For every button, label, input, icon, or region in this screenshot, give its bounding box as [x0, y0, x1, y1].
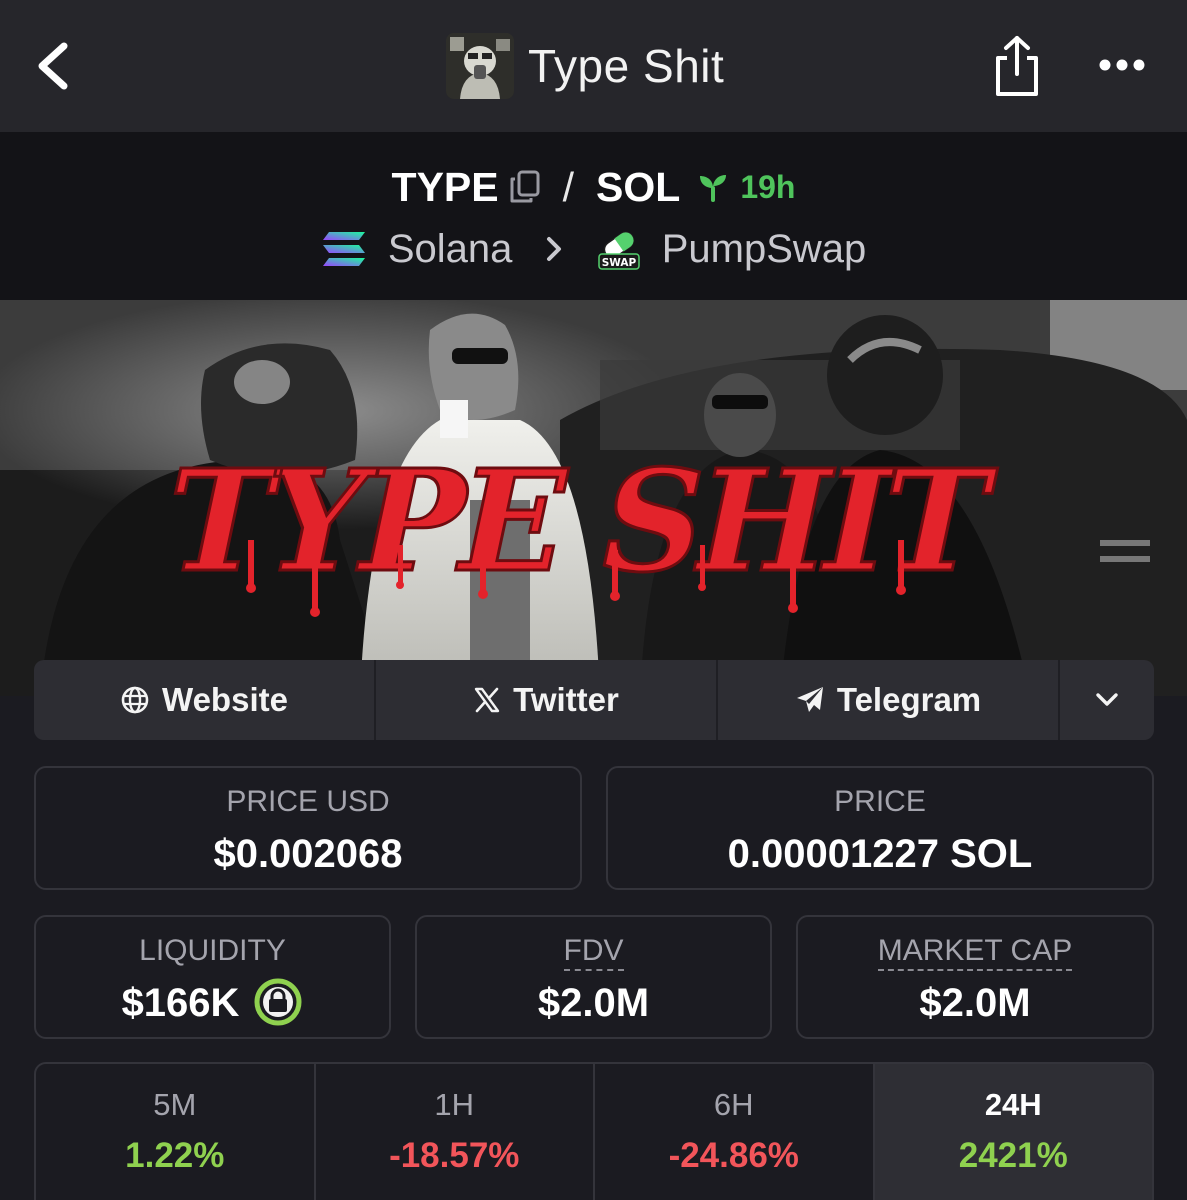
pair-age: 19h — [740, 169, 796, 206]
dex-name[interactable]: PumpSwap — [662, 222, 867, 276]
back-chevron-icon — [38, 42, 68, 90]
share-button[interactable] — [990, 34, 1044, 98]
change-tab-label: 5M — [153, 1087, 197, 1122]
market-cap-label[interactable]: MARKET CAP — [877, 934, 1073, 971]
change-tab-value: -24.86% — [668, 1136, 799, 1175]
graffiti-text: TYPE SHIT — [150, 439, 1003, 603]
change-tab-label: 6H — [713, 1087, 754, 1122]
pumpswap-logo-icon[interactable]: SWAP — [597, 227, 641, 271]
price-usd-card: PRICE USD $0.002068 — [34, 766, 582, 890]
chain-breadcrumb: Solana SWAP PumpSwap — [0, 220, 1187, 274]
quote-token-symbol: SOL — [596, 164, 681, 211]
change-tab-value: -18.57% — [389, 1136, 520, 1175]
change-tab-label: 24H — [984, 1087, 1042, 1122]
sprout-icon — [700, 175, 727, 203]
pair-separator: / — [562, 164, 575, 211]
price-native-value: 0.00001227 SOL — [727, 832, 1033, 876]
back-button[interactable] — [30, 38, 80, 94]
market-cap-card: MARKET CAP $2.0M — [796, 915, 1154, 1039]
price-native-label: PRICE — [834, 785, 926, 818]
change-tab-value: 1.22% — [125, 1136, 225, 1175]
telegram-link-label: Telegram — [836, 681, 982, 718]
copy-icon[interactable] — [509, 170, 541, 204]
pumpswap-badge-label: SWAP — [601, 257, 636, 269]
lock-icon[interactable] — [253, 977, 303, 1027]
price-usd-value: $0.002068 — [213, 832, 403, 876]
more-options-button[interactable] — [1096, 50, 1150, 80]
price-native-card: PRICE 0.00001227 SOL — [606, 766, 1154, 890]
globe-icon — [121, 686, 149, 714]
chevron-right-icon — [546, 237, 561, 262]
token-avatar — [446, 33, 514, 99]
change-tab-24h[interactable]: 24H 2421% — [874, 1064, 1152, 1200]
fdv-card: FDV $2.0M — [415, 915, 772, 1039]
more-dots-icon — [1099, 59, 1145, 71]
change-tab-value: 2421% — [958, 1136, 1068, 1175]
price-usd-label: PRICE USD — [226, 785, 390, 818]
twitter-link-label: Twitter — [513, 681, 619, 718]
solana-logo-icon[interactable] — [321, 230, 367, 268]
liquidity-value: $166K — [121, 981, 240, 1025]
fdv-value: $2.0M — [537, 981, 650, 1025]
top-app-bar: Type Shit — [0, 0, 1187, 132]
website-link[interactable]: Website — [34, 660, 376, 740]
website-link-label: Website — [162, 681, 288, 718]
liquidity-label: LIQUIDITY — [139, 934, 286, 967]
share-icon — [996, 36, 1038, 96]
base-token-symbol: TYPE — [391, 164, 499, 211]
banner-artwork: TYPE SHIT — [0, 300, 1187, 696]
change-tab-label: 1H — [434, 1087, 475, 1122]
social-links-bar: Website Twitter Telegram — [34, 660, 1154, 740]
change-tab-6h[interactable]: 6H -24.86% — [595, 1064, 875, 1200]
change-tab-5m[interactable]: 5M 1.22% — [36, 1064, 316, 1200]
chain-name[interactable]: Solana — [388, 222, 513, 276]
twitter-link[interactable]: Twitter — [376, 660, 718, 740]
market-cap-value: $2.0M — [919, 981, 1031, 1025]
page-title: Type Shit — [528, 40, 725, 92]
x-logo-icon — [474, 687, 500, 713]
chevron-down-icon — [1096, 693, 1118, 706]
telegram-icon — [796, 687, 823, 712]
telegram-link[interactable]: Telegram — [718, 660, 1060, 740]
token-banner-image: TYPE SHIT — [0, 300, 1187, 696]
liquidity-card: LIQUIDITY $166K — [34, 915, 391, 1039]
price-change-tabs: 5M 1.22% 1H -18.57% 6H -24.86% 24H 2421% — [34, 1062, 1154, 1200]
more-links-button[interactable] — [1060, 660, 1154, 740]
change-tab-1h[interactable]: 1H -18.57% — [316, 1064, 595, 1200]
fdv-label[interactable]: FDV — [563, 934, 624, 971]
pair-title: TYPE / SOL 19h — [0, 154, 1187, 214]
